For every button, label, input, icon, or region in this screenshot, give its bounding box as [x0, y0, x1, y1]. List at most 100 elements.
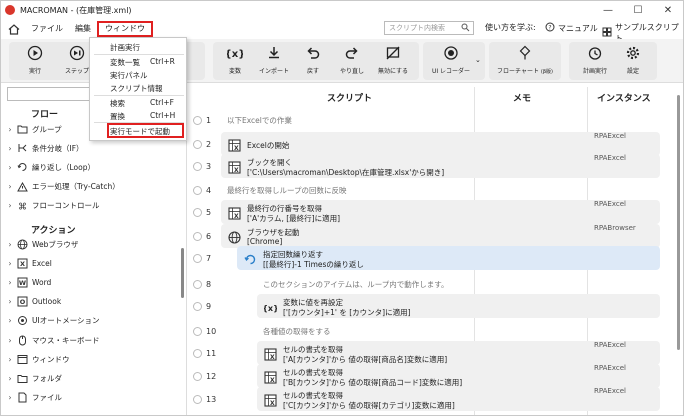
chevron-right-icon[interactable]: ›	[5, 278, 15, 287]
breakpoint-icon[interactable]	[193, 231, 202, 241]
breakpoint-icon[interactable]	[193, 371, 202, 381]
action-section-title: アクション	[31, 226, 76, 236]
schedule-button[interactable]: 計画実行	[575, 44, 615, 78]
svg-text:⌘: ⌘	[18, 202, 27, 211]
recorder-dropdown-icon[interactable]: ⌄	[475, 56, 481, 64]
breakpoint-icon[interactable]	[193, 348, 202, 358]
breakpoint-icon[interactable]	[193, 115, 202, 125]
loop-block[interactable]: 指定回数繰り返す [[最終行]-1 Timesの繰り返し	[237, 246, 660, 270]
maximize-button[interactable]: ☐	[623, 1, 653, 19]
chevron-right-icon[interactable]: ›	[5, 144, 15, 153]
comment-row[interactable]: 以下Excelでの作業	[227, 115, 292, 126]
menu-item-schedule[interactable]: 計画実行	[110, 42, 140, 53]
script-scrollbar-thumb[interactable]	[677, 95, 680, 350]
breakpoint-icon[interactable]	[193, 279, 202, 289]
row-number-text: 4	[206, 185, 212, 195]
tree-item[interactable]: › ウィンドウ	[5, 351, 70, 367]
chevron-right-icon[interactable]: ›	[5, 163, 15, 172]
close-button[interactable]: ✕	[653, 1, 683, 19]
excel-action-icon: X	[263, 393, 277, 407]
mouse-icon	[15, 335, 29, 346]
undo-button[interactable]: 戻す	[293, 44, 333, 78]
redo-button[interactable]: やり直し	[332, 44, 372, 78]
chevron-right-icon[interactable]: ›	[5, 240, 15, 249]
variable-label: 変数	[228, 68, 241, 75]
tree-item[interactable]: › エラー処理（Try-Catch）	[5, 179, 120, 195]
menu-edit[interactable]: 編集	[69, 21, 97, 37]
chevron-right-icon[interactable]: ›	[5, 393, 15, 402]
row-number: 1	[189, 113, 229, 127]
ui-recorder-button[interactable]: UI レコーダー	[431, 44, 471, 78]
tree-item[interactable]: › O Outlook	[5, 294, 61, 310]
tree-item[interactable]: › W Word	[5, 274, 51, 290]
chevron-right-icon[interactable]: ›	[5, 355, 15, 364]
window-icon	[15, 354, 29, 365]
breakpoint-icon[interactable]	[193, 207, 202, 217]
tree-item[interactable]: › Webブラウザ	[5, 236, 78, 252]
script-search-placeholder: スクリプト内検索	[389, 24, 445, 32]
run-button[interactable]: 実行	[15, 44, 55, 78]
script-scrollbar[interactable]	[677, 95, 681, 395]
row-number: 8	[189, 277, 229, 291]
title-bar: MACROMAN - (在庫管理.xml) — ☐ ✕	[1, 1, 683, 19]
tree-item[interactable]: › UIオートメーション	[5, 313, 100, 329]
menu-item-script-info[interactable]: スクリプト情報	[110, 83, 163, 94]
tree-item[interactable]: › 繰り返し（Loop）	[5, 159, 95, 175]
column-header-instance: インスタンス	[597, 94, 651, 104]
chevron-right-icon[interactable]: ›	[5, 201, 15, 210]
script-search-input[interactable]: スクリプト内検索	[384, 21, 474, 35]
svg-text:X: X	[233, 145, 238, 152]
howto-label: 使い方を学ぶ:	[485, 23, 536, 32]
breakpoint-icon[interactable]	[193, 139, 202, 149]
chevron-right-icon[interactable]: ›	[5, 316, 15, 325]
chevron-right-icon[interactable]: ›	[5, 125, 15, 134]
record-icon	[443, 44, 459, 62]
svg-text:{x}: {x}	[264, 304, 277, 313]
comment-row[interactable]: このセクションのアイテムは、ループ内で動作します。	[263, 279, 449, 290]
home-icon[interactable]	[3, 20, 25, 38]
disable-icon	[385, 44, 401, 62]
breakpoint-icon[interactable]	[193, 161, 202, 171]
manual-link[interactable]: ? マニュアル	[545, 22, 598, 34]
variable-button[interactable]: {x} 変数	[215, 44, 255, 78]
action-detail: ['C:\Users\macroman\Desktop\在庫管理.xlsx'から…	[247, 168, 445, 177]
left-panel-scrollbar[interactable]	[181, 248, 184, 298]
svg-text:X: X	[269, 400, 274, 407]
chevron-right-icon[interactable]: ›	[5, 374, 15, 383]
chevron-right-icon[interactable]: ›	[5, 336, 15, 345]
settings-button[interactable]: 設定	[613, 44, 653, 78]
comment-row[interactable]: 各種値の取得をする	[263, 326, 331, 337]
chevron-right-icon[interactable]: ›	[5, 297, 15, 306]
tree-item[interactable]: › マウス・キーボード	[5, 332, 100, 348]
row-number-text: 6	[206, 231, 212, 241]
breakpoint-icon[interactable]	[193, 301, 202, 311]
minimize-button[interactable]: —	[593, 1, 623, 19]
breakpoint-icon[interactable]	[193, 253, 202, 263]
breakpoint-icon[interactable]	[193, 185, 202, 195]
breakpoint-icon[interactable]	[193, 326, 202, 336]
disable-button[interactable]: 無効にする	[373, 44, 413, 78]
redo-label: やり直し	[339, 68, 364, 75]
play-icon	[27, 44, 43, 62]
action-block[interactable]: {x}変数に値を再設定['[カウンタ]+1' を [カウンタ]に適用]	[257, 294, 660, 318]
tree-item[interactable]: › 条件分岐（IF）	[5, 140, 83, 156]
flowchart-button[interactable]: フローチャート (β版)	[497, 44, 553, 78]
menu-file[interactable]: ファイル	[25, 21, 69, 37]
menu-item-search[interactable]: 検索	[110, 98, 125, 109]
chevron-right-icon[interactable]: ›	[5, 259, 15, 268]
script-editor: スクリプト メモ インスタンス 1 以下Excelでの作業 2 X Excelの開始 RP…	[189, 83, 683, 415]
tree-item[interactable]: › グループ	[5, 121, 62, 137]
tree-item[interactable]: › ⌘ フローコントロール	[5, 198, 99, 214]
chevron-right-icon[interactable]: ›	[5, 182, 15, 191]
loop-action-icon	[243, 252, 257, 266]
menu-window[interactable]: ウィンドウ	[97, 21, 153, 37]
breakpoint-icon[interactable]	[193, 394, 202, 404]
tree-item[interactable]: › フォルダ	[5, 370, 62, 386]
tree-item[interactable]: › ファイル	[5, 390, 62, 406]
import-button[interactable]: インポート	[254, 44, 294, 78]
tree-item[interactable]: › X Excel	[5, 255, 52, 271]
comment-row[interactable]: 最終行を取得しループの回数に反映	[227, 185, 347, 196]
menu-item-replace[interactable]: 置換	[110, 111, 125, 122]
menu-item-run-panel[interactable]: 実行パネル	[110, 70, 148, 81]
menu-item-variables[interactable]: 変数一覧	[110, 57, 140, 68]
